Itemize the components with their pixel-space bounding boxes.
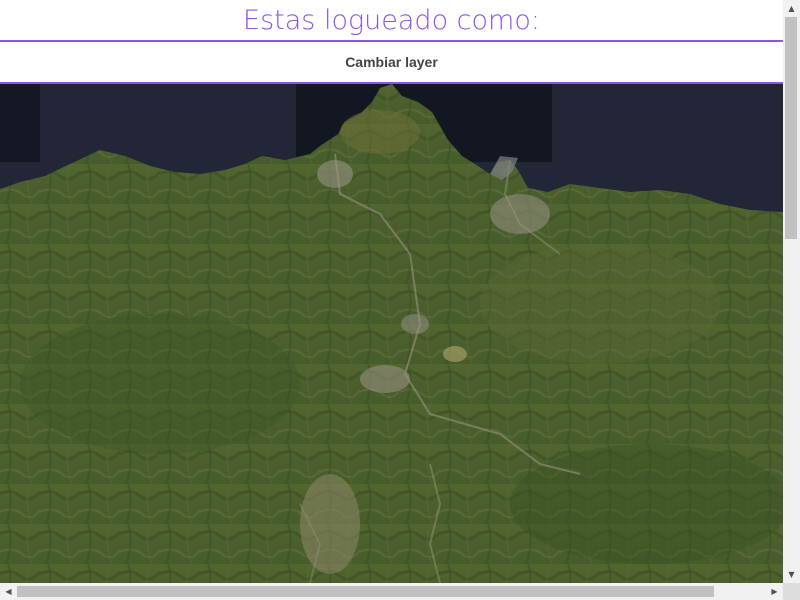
browser-viewport: Estas logueado como: Cambiar layer ▲ ▼ ◀… [0,0,800,600]
map-tiles [0,84,783,583]
change-layer-button[interactable]: Cambiar layer [335,50,448,74]
terrain-patch [340,110,420,154]
urban-area [443,346,467,362]
sea-tile-dark [0,84,40,162]
urban-area [317,160,353,188]
satellite-map[interactable] [0,84,783,583]
scroll-left-arrow-icon[interactable]: ◀ [0,583,17,600]
horizontal-scrollbar[interactable]: ◀ ▶ [0,583,783,600]
urban-area [360,365,410,393]
scroll-down-arrow-icon[interactable]: ▼ [783,566,800,583]
terrain-patch [20,314,300,454]
horizontal-scroll-thumb[interactable] [17,586,714,597]
terrain-patch [480,244,720,364]
scroll-right-arrow-icon[interactable]: ▶ [766,583,783,600]
vertical-scroll-thumb[interactable] [785,17,797,239]
scroll-up-arrow-icon[interactable]: ▲ [783,0,800,17]
scrollbar-corner [783,583,800,600]
layer-toolbar: Cambiar layer [0,42,783,84]
urban-area [490,194,550,234]
terrain-patch [510,444,783,564]
login-status-title: Estas logueado como: [0,0,783,42]
page-content: Estas logueado como: Cambiar layer [0,0,783,583]
urban-area [401,314,429,334]
vertical-scrollbar[interactable]: ▲ ▼ [783,0,800,583]
